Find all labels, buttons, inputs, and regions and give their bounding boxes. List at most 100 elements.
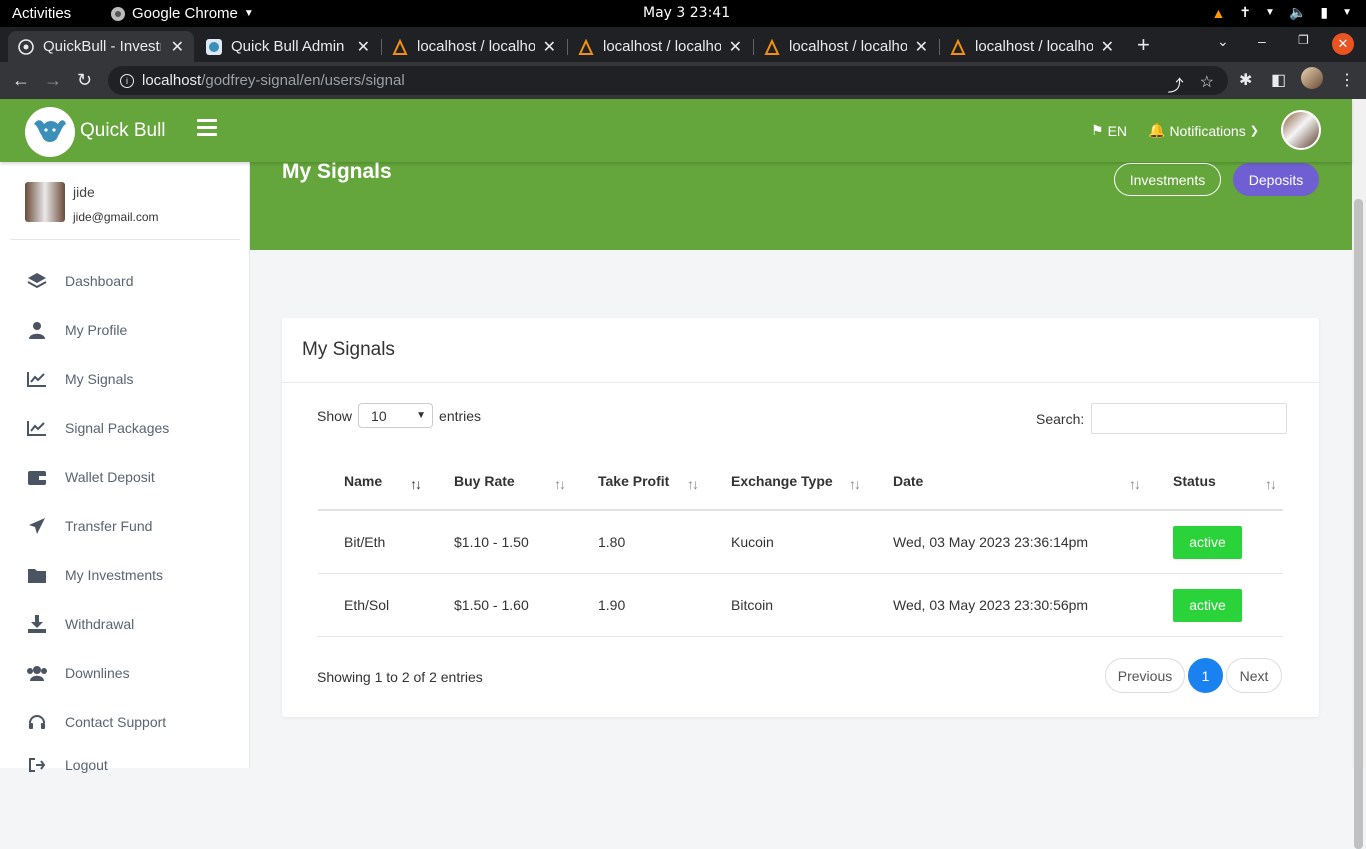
cell-buy-rate: $1.50 - 1.60 — [428, 574, 572, 637]
sort-icon: ↑↓ — [687, 476, 699, 492]
investments-button[interactable]: Investments — [1114, 163, 1221, 196]
sidebar-item-label: My Signals — [65, 371, 134, 387]
card-title: My Signals — [302, 339, 395, 360]
close-tab-icon[interactable]: ✕ — [171, 37, 184, 57]
reload-icon[interactable]: ↻ — [77, 70, 92, 91]
extensions-icon[interactable]: ✱ — [1239, 70, 1252, 90]
share-icon[interactable]: ⤴ — [1168, 72, 1184, 96]
download-icon — [26, 615, 48, 633]
profile-avatar[interactable] — [1301, 67, 1323, 89]
sidebar: jide jide@gmail.com Dashboard My Profile… — [0, 162, 250, 773]
search-input[interactable] — [1091, 403, 1288, 434]
url-path: /godfrey-signal/en/users/signal — [201, 72, 405, 89]
sidebar-item-logout[interactable]: Logout — [26, 753, 108, 777]
page-title: My Signals — [282, 160, 392, 183]
volume-icon[interactable]: 🔈 — [1289, 4, 1306, 21]
close-tab-icon[interactable]: ✕ — [915, 37, 928, 57]
scrollbar-thumb[interactable] — [1354, 199, 1363, 849]
sidebar-item-withdrawal[interactable]: Withdrawal — [26, 612, 134, 636]
tab-strip: QuickBull - Investm ✕ Quick Bull Admin ✕… — [0, 27, 1366, 62]
sidebar-item-label: Downlines — [65, 665, 130, 681]
status-badge: active — [1173, 525, 1242, 559]
close-tab-icon[interactable]: ✕ — [357, 37, 370, 57]
chevron-down-icon: ▼ — [1265, 7, 1275, 18]
column-header-take-profit[interactable]: Take Profit ↑↓ — [572, 452, 705, 511]
status-badge: active — [1173, 588, 1242, 622]
sidebar-item-signal-packages[interactable]: Signal Packages — [26, 416, 169, 440]
page-scrollbar[interactable] — [1352, 99, 1366, 849]
bull-favicon-icon — [206, 38, 222, 55]
table-header-row: Name ↑↓ Buy Rate ↑↓ Take Profit ↑↓ Exchange… — [318, 452, 1283, 511]
menu-toggle-icon[interactable] — [197, 119, 217, 140]
logo[interactable] — [25, 107, 75, 157]
brand-name[interactable]: Quick Bull — [80, 120, 166, 142]
column-header-exchange-type[interactable]: Exchange Type ↑↓ — [705, 452, 867, 511]
cell-status: active — [1147, 574, 1283, 637]
chrome-menu-icon[interactable]: ⋮ — [1339, 70, 1355, 90]
close-tab-icon[interactable]: ✕ — [543, 37, 556, 57]
sidebar-item-contact-support[interactable]: Contact Support — [26, 710, 166, 734]
chevron-down-icon: ▼ — [1342, 7, 1352, 18]
sidebar-item-downlines[interactable]: Downlines — [26, 661, 130, 685]
column-header-date[interactable]: Date ↑↓ — [867, 452, 1147, 511]
users-icon — [26, 665, 48, 681]
bookmark-star-icon[interactable]: ☆ — [1200, 72, 1214, 96]
sidebar-item-label: Wallet Deposit — [65, 469, 155, 485]
previous-page-button[interactable]: Previous — [1105, 658, 1185, 693]
close-tab-icon[interactable]: ✕ — [729, 37, 742, 57]
entries-select[interactable]: 10 ▼ — [358, 403, 434, 428]
deposits-button[interactable]: Deposits — [1233, 163, 1319, 196]
side-panel-icon[interactable]: ◧ — [1271, 70, 1286, 90]
avatar[interactable] — [1281, 110, 1321, 150]
new-tab-icon[interactable]: + — [1137, 32, 1150, 58]
cell-take-profit: 1.90 — [572, 574, 705, 637]
tab-search-icon[interactable]: ⌄ — [1217, 33, 1229, 50]
sidebar-item-label: Contact Support — [65, 714, 167, 730]
search-label: Search: — [1036, 410, 1085, 427]
tab-title: Quick Bull Admin — [231, 38, 345, 55]
column-header-buy-rate[interactable]: Buy Rate ↑↓ — [428, 452, 572, 511]
app-menu[interactable]: Google Chrome ▼ — [110, 5, 254, 22]
page-1-button[interactable]: 1 — [1188, 658, 1223, 693]
browser-toolbar: ← → ↻ i localhost/godfrey-signal/en/user… — [0, 62, 1366, 99]
tab-phpmyadmin-4[interactable]: localhost / localho ✕ — [940, 31, 1124, 62]
table-row: Eth/Sol $1.50 - 1.60 1.90 Bitcoin Wed, 0… — [318, 574, 1283, 637]
sidebar-item-wallet-deposit[interactable]: Wallet Deposit — [26, 465, 155, 489]
tab-quickbull-admin[interactable]: Quick Bull Admin ✕ — [196, 31, 380, 62]
column-header-status[interactable]: Status ↑↓ — [1147, 452, 1283, 511]
vlc-icon[interactable]: ▲ — [1211, 5, 1225, 21]
forward-icon[interactable]: → — [44, 70, 62, 91]
column-header-name[interactable]: Name ↑↓ — [318, 452, 428, 511]
tab-quickbull[interactable]: QuickBull - Investm ✕ — [8, 31, 194, 62]
pagination: Previous 1 Next — [1105, 658, 1282, 693]
sidebar-item-label: Dashboard — [65, 273, 134, 289]
next-page-button[interactable]: Next — [1226, 658, 1282, 693]
site-info-icon[interactable]: i — [120, 73, 134, 88]
close-window-icon[interactable]: ✕ — [1332, 33, 1354, 55]
chart-line-icon — [26, 371, 48, 387]
minimize-icon[interactable]: – — [1258, 33, 1266, 49]
sidebar-item-my-signals[interactable]: My Signals — [26, 367, 133, 391]
notifications-dropdown[interactable]: 🔔 Notifications ❯ — [1148, 122, 1259, 139]
user-name: jide — [73, 184, 95, 200]
system-tray[interactable]: ▲ ✝ ▼ 🔈 ▮ ▼ — [1211, 4, 1352, 21]
sidebar-item-my-profile[interactable]: My Profile — [26, 318, 127, 342]
restore-icon[interactable]: ❐ — [1298, 33, 1309, 47]
clock[interactable]: May 3 23:41 — [643, 5, 730, 21]
user-avatar[interactable] — [25, 182, 65, 222]
phpmyadmin-icon — [578, 38, 594, 55]
sidebar-item-transfer-fund[interactable]: Transfer Fund — [26, 514, 152, 538]
back-icon[interactable]: ← — [12, 70, 30, 91]
battery-icon[interactable]: ▮ — [1320, 4, 1328, 21]
tab-phpmyadmin-2[interactable]: localhost / localho ✕ — [568, 31, 752, 62]
activities-button[interactable]: Activities — [12, 5, 71, 22]
language-selector[interactable]: ⚑ EN — [1091, 122, 1127, 139]
close-tab-icon[interactable]: ✕ — [1101, 37, 1114, 57]
divider — [282, 382, 1319, 383]
sidebar-item-dashboard[interactable]: Dashboard — [26, 269, 134, 293]
address-bar[interactable]: i localhost/godfrey-signal/en/users/sign… — [108, 66, 1228, 95]
accessibility-icon[interactable]: ✝ — [1239, 4, 1251, 21]
tab-phpmyadmin-3[interactable]: localhost / localho ✕ — [754, 31, 938, 62]
sidebar-item-my-investments[interactable]: My Investments — [26, 563, 163, 587]
tab-phpmyadmin-1[interactable]: localhost / localho ✕ — [382, 31, 566, 62]
